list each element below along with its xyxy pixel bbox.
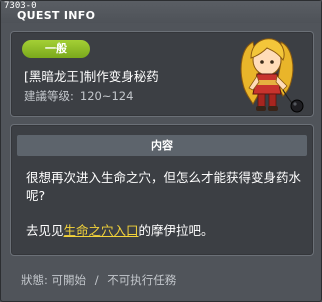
quest-level-label: 建議等级: bbox=[24, 89, 74, 103]
quest-content-panel: 内容 很想再次进入生命之穴，但怎么才能获得变身药水呢? 去见见生命之穴入口的摩伊… bbox=[10, 124, 314, 256]
status-value-startable: 可開始 bbox=[51, 273, 87, 287]
status-separator: / bbox=[94, 273, 99, 287]
npc-portrait bbox=[240, 38, 304, 113]
quest-summary-panel: 一般 [黑暗龙王]制作变身秘药 建議等级: 120~124 bbox=[10, 31, 314, 117]
location-link[interactable]: 生命之穴入口 bbox=[64, 223, 139, 238]
quest-info-window: 7303-0 QUEST INFO 一般 [黑暗龙王]制作变身秘药 建議等级: 1… bbox=[0, 0, 322, 302]
quest-instruction: 去见见生命之穴入口的摩伊拉吧。 bbox=[26, 222, 304, 240]
title-bar[interactable]: 7303-0 QUEST INFO bbox=[1, 1, 321, 23]
quest-description: 很想再次进入生命之穴，但怎么才能获得变身药水呢? bbox=[26, 170, 302, 203]
window-title: QUEST INFO bbox=[17, 9, 96, 22]
quest-name: [黑暗龙王]制作变身秘药 bbox=[24, 69, 159, 84]
quest-category-badge: 一般 bbox=[22, 40, 90, 58]
instruction-suffix: 的摩伊拉吧。 bbox=[138, 223, 214, 238]
status-value-unavailable: 不可执行任務 bbox=[107, 273, 177, 287]
content-header: 内容 bbox=[17, 135, 307, 156]
instruction-prefix: 去见见 bbox=[26, 223, 64, 238]
quest-level-range: 120~124 bbox=[79, 89, 134, 103]
quest-level: 建議等级: 120~124 bbox=[24, 89, 133, 104]
quest-status: 狀態: 可開始 / 不可执行任務 bbox=[21, 272, 176, 288]
status-label: 狀態: bbox=[21, 273, 48, 287]
